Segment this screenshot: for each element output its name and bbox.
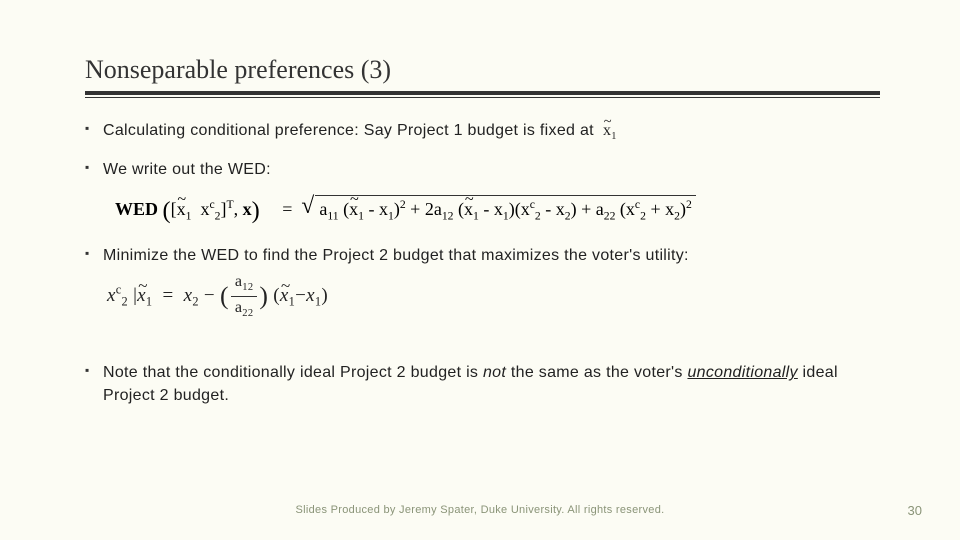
bullet-4-b: the same as the voter's: [506, 364, 687, 381]
bullet-1: Calculating conditional preference: Say …: [85, 120, 880, 145]
wed-label: WED: [115, 199, 158, 219]
bullet-2-text: We write out the WED:: [103, 161, 271, 178]
sqrt-icon: a11 (x1 - x1)2 + 2a12 (x1 - x1)(xc2 - x2…: [301, 195, 695, 223]
x1-tilde-icon: x: [603, 120, 611, 142]
bullet-1-math: x1: [599, 122, 617, 139]
bullet-4: Note that the conditionally ideal Projec…: [85, 362, 880, 407]
footer-text: Slides Produced by Jeremy Spater, Duke U…: [0, 504, 960, 516]
slide-title: Nonseparable preferences (3): [85, 55, 880, 85]
bullet-2: We write out the WED:: [85, 159, 880, 181]
minimizer-formula: xc2 |x1 = x2 − ( a12 a22 ) (x1−x1): [107, 271, 880, 322]
page-number: 30: [908, 503, 922, 518]
spacer: [85, 336, 880, 362]
bullet-1-text: Calculating conditional preference: Say …: [103, 122, 594, 139]
fraction-icon: a12 a22: [231, 271, 258, 322]
bullet-4-not: not: [483, 364, 506, 381]
bullet-3-text: Minimize the WED to find the Project 2 b…: [103, 247, 689, 264]
slide-body: Nonseparable preferences (3) Calculating…: [0, 0, 960, 540]
wed-formula: WED ([x1 xc2]T, x) = a11 (x1 - x1)2 + 2a…: [115, 195, 880, 225]
bullet-4-unc: unconditionally: [687, 364, 797, 381]
bullet-3: Minimize the WED to find the Project 2 b…: [85, 245, 880, 322]
title-rule-thin: [85, 97, 880, 98]
title-rule-thick: [85, 91, 880, 95]
bullet-4-a: Note that the conditionally ideal Projec…: [103, 364, 483, 381]
